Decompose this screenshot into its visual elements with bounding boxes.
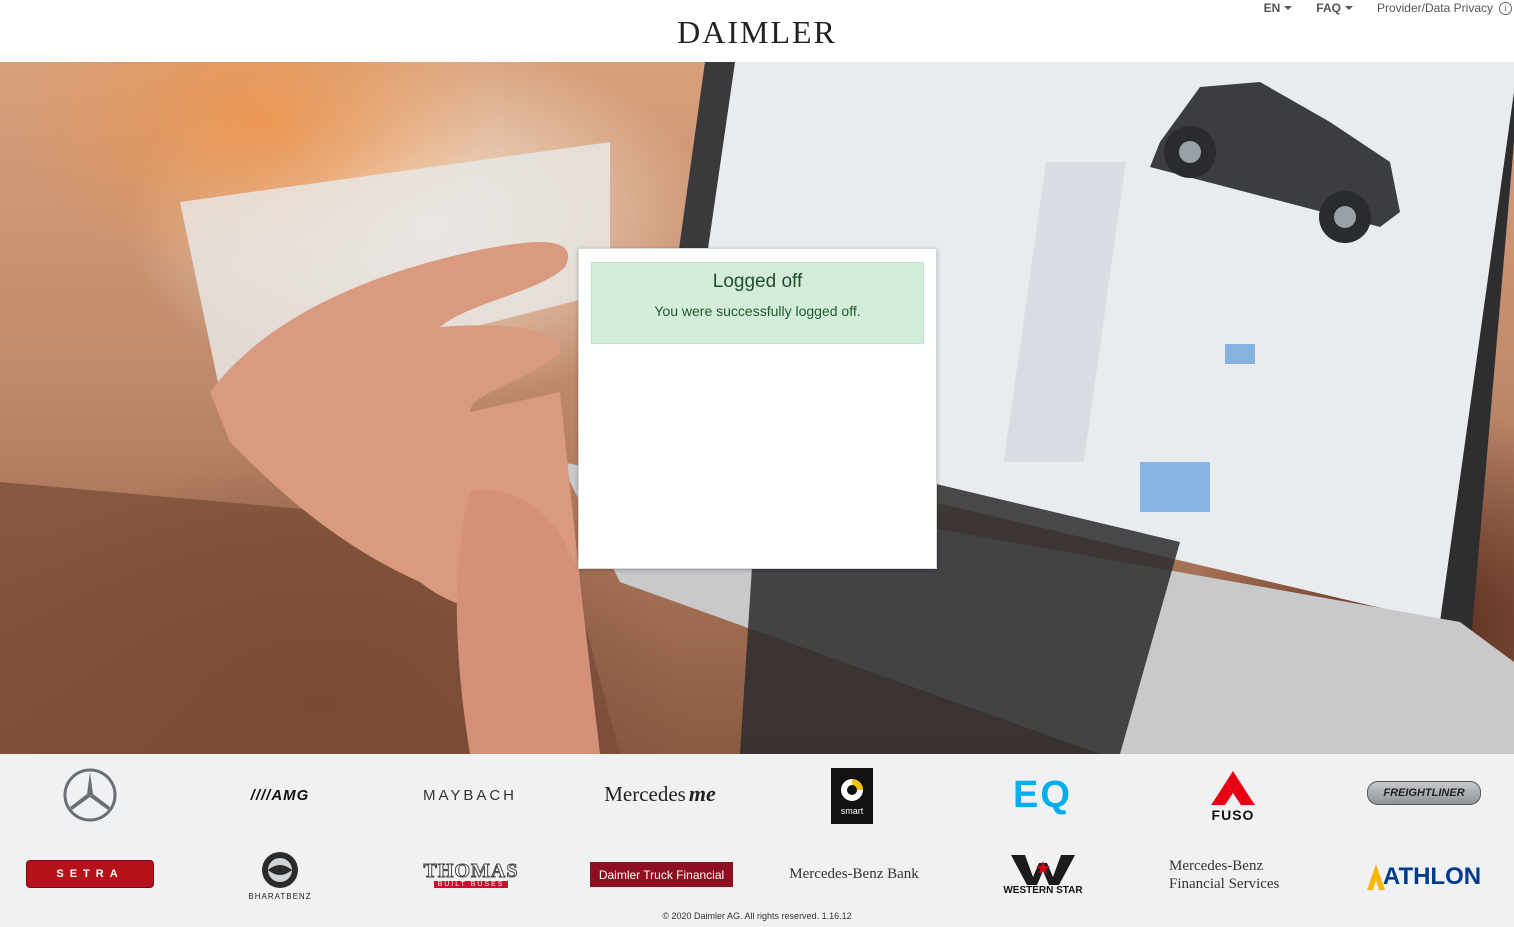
faq-label: FAQ bbox=[1316, 1, 1341, 15]
mercedes-star-icon bbox=[63, 768, 117, 822]
daimler-truck-financial-label: Daimler Truck Financial bbox=[598, 867, 725, 882]
copyright-text: © 2020 Daimler AG. All rights reserved. … bbox=[662, 911, 852, 921]
maybach-label: MAYBACH bbox=[422, 786, 518, 804]
mbfs-line2: Financial Services bbox=[1169, 876, 1280, 892]
freightliner-label: FREIGHTLINER bbox=[1383, 787, 1465, 799]
info-icon: i bbox=[1499, 1, 1512, 15]
western-star-label: WESTERN STAR bbox=[1003, 884, 1083, 896]
maybach-logo[interactable]: MAYBACH bbox=[405, 780, 535, 810]
eq-label: EQ bbox=[1013, 773, 1072, 816]
smart-label: smart bbox=[840, 806, 864, 816]
smart-emblem-icon bbox=[841, 779, 863, 801]
provider-data-privacy-link[interactable]: Provider/Data Privacy i bbox=[1377, 1, 1512, 15]
athlon-logo[interactable]: ATHLON bbox=[1362, 860, 1486, 894]
mercedes-benz-bank-label: Mercedes-Benz Bank bbox=[789, 865, 919, 882]
daimler-truck-financial-logo[interactable]: Daimler Truck Financial bbox=[590, 862, 733, 887]
freightliner-badge: FREIGHTLINER bbox=[1367, 781, 1481, 805]
faq-dropdown[interactable]: FAQ bbox=[1316, 1, 1353, 15]
mitsubishi-diamonds-icon bbox=[1211, 771, 1255, 805]
success-alert: Logged off You were successfully logged … bbox=[591, 262, 924, 344]
alert-title: Logged off bbox=[712, 271, 803, 292]
top-navigation: EN FAQ Provider/Data Privacy i bbox=[1240, 0, 1512, 16]
daimler-logo[interactable]: DAIMLER bbox=[0, 14, 1514, 51]
freightliner-logo[interactable]: FREIGHTLINER bbox=[1366, 780, 1482, 806]
smart-logo[interactable]: smart bbox=[831, 768, 873, 824]
setra-badge: SETRA bbox=[26, 860, 154, 888]
amg-logo[interactable]: ////AMG bbox=[215, 780, 345, 810]
bharatbenz-label: BHARATBENZ bbox=[248, 891, 312, 901]
caret-down-icon bbox=[1284, 6, 1293, 10]
header: DAIMLER EN FAQ Provider/Data Privacy i bbox=[0, 0, 1514, 63]
logout-dialog: Logged off You were successfully logged … bbox=[578, 248, 937, 569]
thomas-sub-label: BUILT BUSES bbox=[433, 880, 509, 888]
eq-logo[interactable]: EQ bbox=[995, 774, 1090, 816]
setra-logo[interactable]: SETRA bbox=[26, 860, 154, 888]
caret-down-icon bbox=[1344, 6, 1353, 10]
thomas-label: THOMAS bbox=[423, 859, 519, 882]
western-star-logo[interactable]: WESTERN STAR bbox=[1002, 850, 1084, 900]
mbfs-line1: Mercedes-Benz bbox=[1169, 858, 1264, 874]
bharatbenz-logo[interactable]: BHARATBENZ bbox=[230, 846, 330, 904]
mercedes-benz-financial-services-logo[interactable]: Mercedes-Benz Financial Services bbox=[1162, 856, 1307, 894]
provider-label: Provider/Data Privacy bbox=[1376, 1, 1493, 15]
language-label: EN bbox=[1263, 1, 1281, 15]
western-star-w-icon bbox=[1011, 854, 1075, 885]
alert-message: You were successfully logged off. bbox=[654, 303, 861, 319]
amg-label: AMG bbox=[271, 786, 310, 804]
thomas-built-buses-logo[interactable]: THOMAS BUILT BUSES bbox=[414, 856, 528, 892]
mercedes-benz-bank-logo[interactable]: Mercedes-Benz Bank bbox=[774, 862, 934, 886]
mercedes-me-logo[interactable]: Mercedes me bbox=[580, 774, 740, 814]
bharatbenz-emblem-icon bbox=[262, 851, 298, 888]
language-dropdown[interactable]: EN bbox=[1264, 1, 1293, 15]
mercedes-me-word: Mercedes bbox=[604, 781, 686, 806]
athlon-label: ATHLON bbox=[1382, 863, 1482, 890]
setra-label: SETRA bbox=[56, 868, 124, 880]
amg-stripes-icon: //// bbox=[250, 786, 272, 804]
fuso-logo[interactable]: FUSO bbox=[1195, 768, 1271, 826]
mercedes-me-me: me bbox=[688, 781, 716, 806]
fuso-label: FUSO bbox=[1211, 807, 1255, 823]
mercedes-benz-star-logo[interactable] bbox=[40, 764, 140, 826]
